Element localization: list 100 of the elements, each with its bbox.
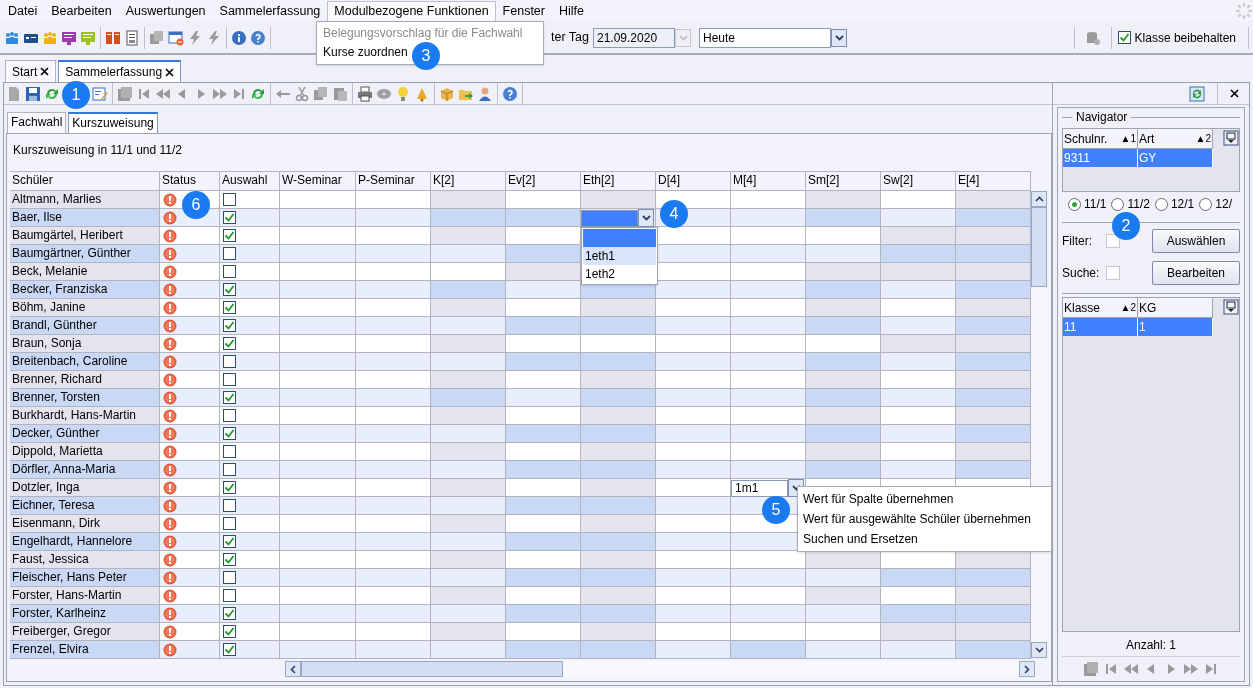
column-header[interactable]: M[4] [731,172,806,190]
column-header[interactable]: Art [1139,129,1196,148]
light-bulb-icon[interactable] [395,85,411,102]
monitor-icon[interactable] [61,29,77,46]
checkbox[interactable] [223,517,236,530]
menu-item[interactable]: Wert für ausgewählte Schüler übernehmen [803,512,1031,526]
checkbox[interactable] [223,211,236,224]
help-icon[interactable] [250,29,266,46]
box-icon[interactable] [439,85,455,102]
document-tab[interactable]: Start [5,60,57,82]
checkbox[interactable] [223,265,236,278]
checkbox[interactable] [223,391,236,404]
checkbox[interactable] [223,463,236,476]
table-row[interactable]: 9311 GY [1063,149,1213,167]
printer-icon[interactable] [357,85,373,102]
checkbox[interactable] [223,193,236,206]
column-menu-icon[interactable] [1223,130,1239,146]
checkbox[interactable] [223,283,236,296]
radio-button[interactable] [1199,197,1213,211]
column-header[interactable]: Schulnr. [1064,129,1121,148]
sync-icon[interactable] [1189,85,1205,102]
tab[interactable]: Kurszuweisung [68,112,158,133]
checkbox[interactable] [223,499,236,512]
table-icon[interactable] [1083,661,1099,677]
close-icon[interactable] [1230,89,1239,98]
column-header[interactable]: Auswahl [220,172,280,190]
menu-item[interactable]: Bearbeiten [44,0,119,22]
action-button[interactable]: Bearbeiten [1152,261,1240,285]
menu-item[interactable]: Modulbezogene Funktionen [327,0,496,22]
document-icon[interactable] [124,29,140,46]
action-button[interactable]: Auswählen [1152,229,1240,253]
checkbox[interactable] [223,229,236,242]
checkbox[interactable] [223,301,236,314]
help-icon[interactable] [502,85,518,102]
column-header[interactable]: K[2] [431,172,506,190]
column-header[interactable]: Sm[2] [806,172,881,190]
column-menu-icon[interactable] [1223,299,1239,315]
menu-item[interactable]: Hilfe [552,0,591,22]
table-icon[interactable] [117,85,133,102]
radio-button[interactable] [1111,197,1125,211]
column-header[interactable]: D[4] [656,172,731,190]
checkbox[interactable] [223,571,236,584]
period-field[interactable]: Heute [699,27,831,48]
column-header[interactable]: Schüler [10,172,160,190]
close-icon[interactable] [165,67,175,77]
copy-icon[interactable] [313,85,329,102]
rewind-icon[interactable] [1123,661,1139,677]
fast-forward-icon[interactable] [1183,661,1199,677]
column-header[interactable]: W-Seminar [280,172,356,190]
edit-icon[interactable] [92,85,108,102]
checkbox[interactable] [223,481,236,494]
dropdown-option[interactable]: 1eth1 [583,247,656,265]
dropdown-arrow-button[interactable] [638,209,654,227]
tab[interactable]: Fachwahl [7,112,67,133]
column-header[interactable]: E[4] [956,172,1031,190]
date-field[interactable]: 21.09.2020 [593,27,675,48]
lightning-icon[interactable] [206,29,222,46]
window-icon[interactable] [168,29,184,46]
table-row[interactable]: 11 1 [1063,318,1213,336]
scissors-icon[interactable] [294,85,310,102]
person-icon[interactable] [477,85,493,102]
menu-item[interactable]: Kurse zuordnen [323,45,408,59]
menu-item[interactable]: Fenster [495,0,552,22]
menu-item[interactable]: Suchen und Ersetzen [803,532,918,546]
checkbox[interactable] [223,607,236,620]
save-icon[interactable] [25,85,41,102]
checkbox[interactable] [223,409,236,422]
radio-button[interactable] [1154,197,1168,211]
first-icon[interactable] [1103,661,1119,677]
column-header[interactable]: Ev[2] [506,172,581,190]
last-icon[interactable] [1203,661,1219,677]
checkbox[interactable] [223,319,236,332]
menu-item[interactable]: Datei [1,0,45,22]
book-icon[interactable] [105,29,121,46]
menu-item[interactable]: Wert für Spalte übernehmen [803,492,954,506]
checkbox[interactable] [223,553,236,566]
scrollbar-thumb[interactable] [1031,207,1047,287]
database-icon[interactable] [1084,29,1101,46]
checkbox[interactable] [223,373,236,386]
column-header[interactable]: KG [1139,298,1211,317]
copy-icon[interactable] [149,29,165,46]
radio-button[interactable] [1068,197,1081,211]
column-header[interactable]: Eth[2] [581,172,656,190]
document-tab[interactable]: Sammelerfassung [58,60,182,82]
column-header[interactable]: Klasse [1064,298,1121,317]
checkbox[interactable] [223,247,236,260]
column-header[interactable]: P-Seminar [356,172,431,190]
checkbox[interactable] [223,535,236,548]
checkbox[interactable] [223,643,236,656]
paste-icon[interactable] [332,85,348,102]
info-icon[interactable] [231,29,247,46]
menu-item[interactable]: Sammelerfassung [212,0,328,22]
close-icon[interactable] [40,67,50,76]
column-header[interactable]: Status [160,172,220,190]
scrollbar-thumb[interactable] [301,661,563,677]
checkbox[interactable] [1117,31,1131,44]
checkbox[interactable] [223,337,236,350]
column-header[interactable]: Sw[2] [881,172,956,190]
horizontal-scrollbar[interactable] [285,661,1035,677]
checkbox[interactable] [223,427,236,440]
